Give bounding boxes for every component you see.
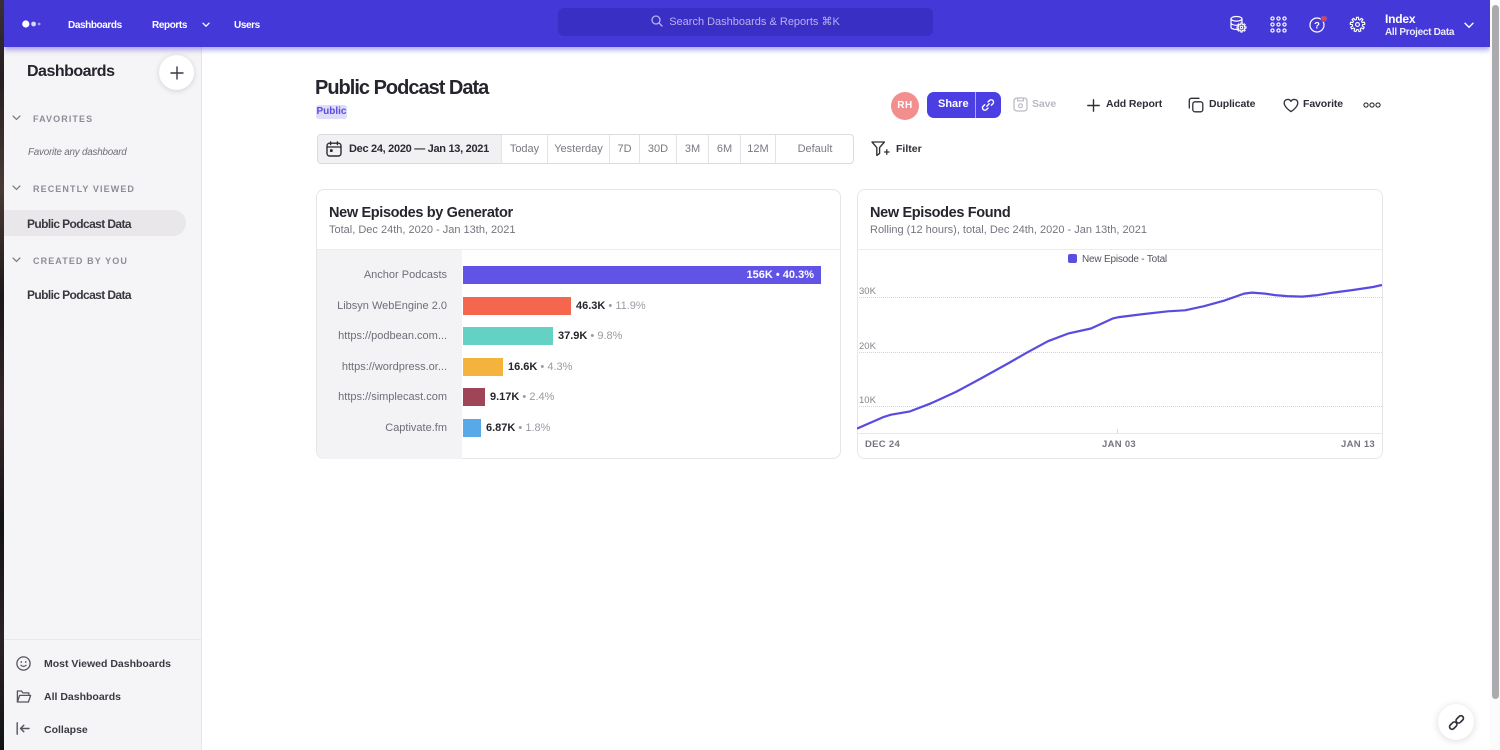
svg-text:?: ? bbox=[1314, 21, 1320, 32]
